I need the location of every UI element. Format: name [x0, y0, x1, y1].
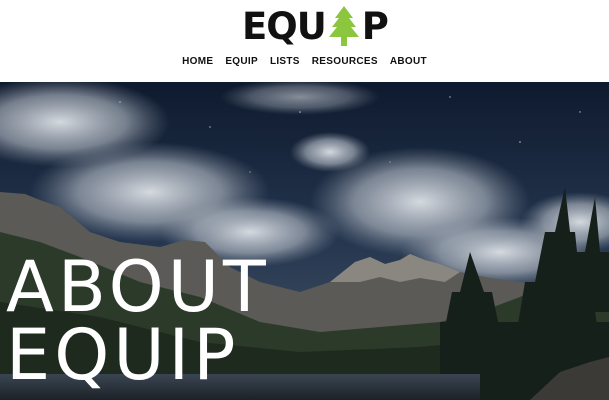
- logo-text-right: P: [361, 4, 389, 48]
- hero-title-line1: ABOUT: [6, 246, 270, 328]
- site-header: EQU P HOME EQUIP LISTS RESOURCES ABOUT: [0, 0, 609, 82]
- pine-tree-icon: [328, 6, 359, 46]
- hero-title-line2: EQUIP: [6, 314, 240, 396]
- hero-banner: ABOUT EQUIP: [0, 82, 609, 400]
- main-nav: HOME EQUIP LISTS RESOURCES ABOUT: [0, 55, 609, 69]
- nav-resources[interactable]: RESOURCES: [312, 55, 378, 69]
- logo-text-left: EQU: [242, 4, 327, 48]
- nav-equip[interactable]: EQUIP: [225, 55, 258, 69]
- nav-about[interactable]: ABOUT: [390, 55, 427, 69]
- nav-lists[interactable]: LISTS: [270, 55, 300, 69]
- site-logo[interactable]: EQU P: [242, 4, 389, 48]
- hero-title: ABOUT EQUIP: [6, 246, 270, 396]
- nav-home[interactable]: HOME: [182, 55, 213, 69]
